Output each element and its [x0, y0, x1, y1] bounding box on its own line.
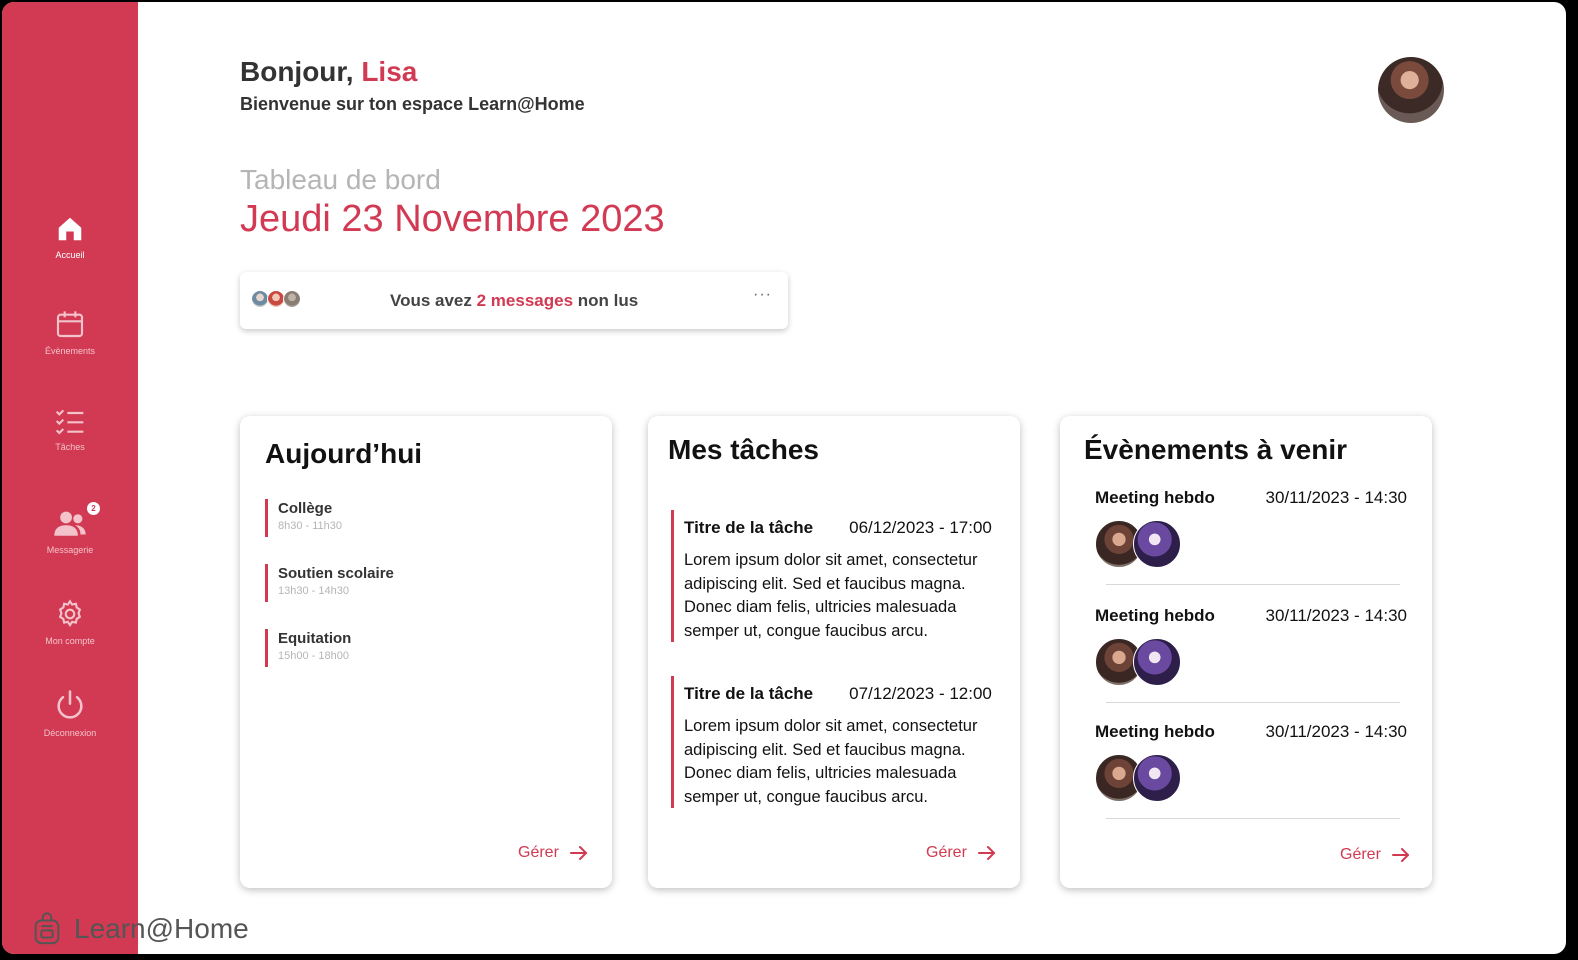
participant-avatar — [1133, 520, 1181, 568]
participants — [1095, 520, 1407, 570]
sidebar-item-label: Messagerie — [46, 545, 94, 555]
divider — [1106, 702, 1400, 703]
manage-tasks-button[interactable]: Gérer — [926, 844, 997, 862]
event-date: 30/11/2023 - 14:30 — [1265, 488, 1407, 507]
sidebar-item-evenements[interactable]: Évènements — [2, 308, 138, 356]
list-item[interactable]: Collège 8h30 - 11h30 — [265, 499, 342, 537]
users-icon — [54, 511, 86, 536]
participants — [1095, 754, 1407, 804]
sidebar-item-label: Tâches — [55, 442, 85, 452]
event-date: 30/11/2023 - 14:30 — [1265, 722, 1407, 741]
sidebar-item-label: Accueil — [55, 250, 85, 260]
item-time: 8h30 - 11h30 — [278, 520, 343, 532]
sidebar-item-label: Évènements — [44, 346, 96, 356]
manage-today-button[interactable]: Gérer — [518, 844, 589, 862]
card-title: Évènements à venir — [1084, 434, 1348, 465]
tasks-card: Mes tâches Titre de la tâche 06/12/2023 -… — [648, 416, 1020, 888]
task-date: 06/12/2023 - 17:00 — [849, 518, 992, 537]
sidebar-item-label: Déconnexion — [43, 728, 97, 738]
greeting-prefix: Bonjour, — [240, 56, 362, 87]
user-name: Lisa — [361, 56, 418, 87]
manage-events-button[interactable]: Gérer — [1340, 846, 1411, 864]
sidebar-item-label: Mon compte — [45, 636, 95, 646]
list-item[interactable]: Soutien scolaire 13h30 - 14h30 — [265, 564, 394, 602]
app-window: Accueil Évènements Tâches 2 Messagerie M… — [2, 2, 1566, 954]
dashboard-date: Jeudi 23 Novembre 2023 — [240, 198, 665, 240]
sidebar-item-accueil[interactable]: Accueil — [2, 214, 138, 260]
calendar-icon — [56, 311, 84, 338]
arrow-right-icon — [1391, 848, 1409, 862]
unread-messages-card[interactable]: Vous avez 2 messages non lus ··· — [240, 272, 788, 329]
list-item[interactable]: Equitation 15h00 - 18h00 — [265, 629, 351, 667]
sidebar-item-deconnexion[interactable]: Déconnexion — [2, 688, 138, 738]
participant-avatar — [1133, 754, 1181, 802]
task-title: Titre de la tâche — [684, 684, 814, 703]
item-name: Collège — [278, 500, 333, 517]
power-icon — [57, 690, 83, 719]
message-prefix: Vous avez — [390, 291, 477, 310]
user-avatar[interactable] — [1378, 57, 1444, 123]
sidebar: Accueil Évènements Tâches 2 Messagerie M… — [2, 2, 138, 954]
brand-logo: Learn@Home — [30, 912, 249, 946]
task-description: Lorem ipsum dolor sit amet, consectetur … — [684, 717, 978, 806]
item-time: 15h00 - 18h00 — [278, 650, 349, 662]
event-date: 30/11/2023 - 14:30 — [1265, 606, 1407, 625]
event-name: Meeting hebdo — [1095, 488, 1215, 507]
manage-label: Gérer — [1340, 846, 1381, 863]
today-card: Aujourd’hui Collège 8h30 - 11h30 Soutien… — [240, 416, 612, 888]
checklist-icon — [55, 409, 84, 435]
participants — [1095, 638, 1407, 688]
event-item[interactable]: Meeting hebdo 30/11/2023 - 14:30 — [1095, 606, 1407, 688]
event-item[interactable]: Meeting hebdo 30/11/2023 - 14:30 — [1095, 488, 1407, 570]
manage-label: Gérer — [518, 844, 559, 861]
brand-name: Learn@Home — [74, 913, 249, 944]
item-time: 13h30 - 14h30 — [278, 585, 349, 597]
sender-avatar — [283, 290, 301, 308]
backpack-icon — [34, 912, 60, 945]
task-item[interactable]: Titre de la tâche 06/12/2023 - 17:00 Lore… — [671, 510, 1011, 642]
unread-messages-text: Vous avez 2 messages non lus — [390, 291, 638, 311]
message-count: 2 messages — [476, 291, 574, 310]
sidebar-item-messagerie[interactable]: 2 Messagerie — [2, 502, 138, 555]
sidebar-item-mon-compte[interactable]: Mon compte — [2, 598, 138, 646]
item-name: Equitation — [278, 630, 352, 647]
arrow-right-icon — [569, 846, 587, 860]
task-title: Titre de la tâche — [684, 518, 814, 537]
manage-label: Gérer — [926, 844, 967, 861]
events-card: Évènements à venir Meeting hebdo 30/11/20… — [1060, 416, 1432, 888]
gear-icon — [58, 599, 82, 627]
arrow-right-icon — [977, 846, 995, 860]
unread-badge: 2 — [87, 502, 100, 515]
card-title: Mes tâches — [668, 434, 819, 465]
divider — [1106, 818, 1400, 819]
message-suffix: non lus — [573, 291, 639, 310]
item-name: Soutien scolaire — [278, 565, 394, 582]
event-item[interactable]: Meeting hebdo 30/11/2023 - 14:30 — [1095, 722, 1407, 804]
task-item[interactable]: Titre de la tâche 07/12/2023 - 12:00 Lore… — [671, 676, 1011, 808]
divider — [1106, 584, 1400, 585]
task-description: Lorem ipsum dolor sit amet, consectetur … — [684, 551, 978, 640]
task-date: 07/12/2023 - 12:00 — [849, 684, 992, 703]
welcome-text: Bienvenue sur ton espace Learn@Home — [240, 94, 585, 114]
participant-avatar — [1133, 638, 1181, 686]
dashboard-label: Tableau de bord — [240, 164, 441, 195]
more-options-icon[interactable]: ··· — [753, 286, 772, 304]
event-name: Meeting hebdo — [1095, 606, 1215, 625]
greeting: Bonjour, Lisa — [240, 56, 417, 88]
card-title: Aujourd’hui — [265, 438, 423, 469]
sidebar-item-taches[interactable]: Tâches — [2, 406, 138, 452]
event-name: Meeting hebdo — [1095, 722, 1215, 741]
home-icon — [58, 217, 82, 241]
